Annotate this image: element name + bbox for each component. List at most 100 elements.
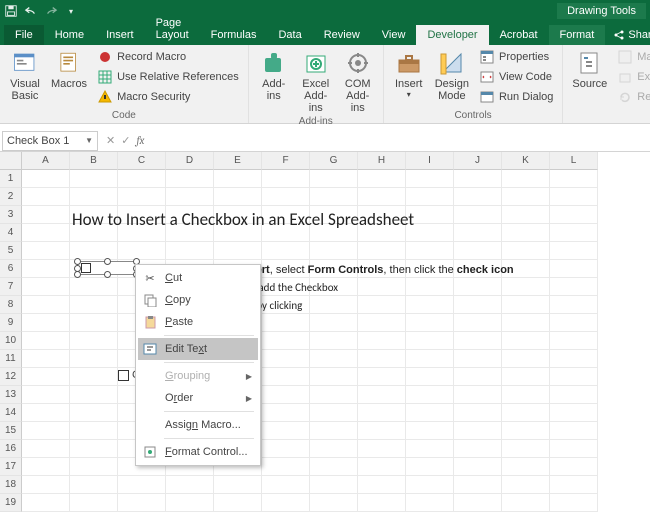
cell[interactable] bbox=[550, 188, 598, 206]
cell[interactable] bbox=[262, 170, 310, 188]
cancel-icon[interactable]: ✕ bbox=[106, 134, 115, 147]
cell[interactable] bbox=[310, 350, 358, 368]
cell[interactable] bbox=[358, 458, 406, 476]
insert-control-button[interactable]: Insert▾ bbox=[389, 47, 429, 110]
menu-assign-macro[interactable]: Assign Macro... bbox=[138, 414, 258, 436]
row-header[interactable]: 6 bbox=[0, 260, 22, 278]
cell[interactable] bbox=[502, 350, 550, 368]
resize-handle[interactable] bbox=[74, 271, 81, 278]
cell[interactable] bbox=[118, 242, 166, 260]
cell[interactable] bbox=[118, 476, 166, 494]
cell[interactable] bbox=[550, 404, 598, 422]
column-header[interactable]: G bbox=[310, 152, 358, 170]
cell[interactable] bbox=[550, 386, 598, 404]
cell[interactable] bbox=[70, 188, 118, 206]
row-header[interactable]: 19 bbox=[0, 494, 22, 512]
cell[interactable] bbox=[406, 404, 454, 422]
cell[interactable] bbox=[502, 296, 550, 314]
cell[interactable] bbox=[22, 332, 70, 350]
column-header[interactable]: F bbox=[262, 152, 310, 170]
column-header[interactable]: C bbox=[118, 152, 166, 170]
row-header[interactable]: 8 bbox=[0, 296, 22, 314]
view-code-button[interactable]: View Code bbox=[475, 67, 557, 87]
cell[interactable] bbox=[454, 224, 502, 242]
cell[interactable] bbox=[550, 332, 598, 350]
cell[interactable] bbox=[310, 440, 358, 458]
com-addins-button[interactable]: COM Add-ins bbox=[338, 47, 378, 116]
cell[interactable] bbox=[550, 458, 598, 476]
cell[interactable] bbox=[310, 368, 358, 386]
cell[interactable] bbox=[166, 494, 214, 512]
cell[interactable] bbox=[22, 440, 70, 458]
resize-handle[interactable] bbox=[74, 258, 81, 265]
tab-home[interactable]: Home bbox=[44, 25, 95, 45]
cell[interactable] bbox=[22, 476, 70, 494]
row-header[interactable]: 2 bbox=[0, 188, 22, 206]
undo-icon[interactable] bbox=[24, 4, 38, 18]
tab-data[interactable]: Data bbox=[267, 25, 312, 45]
cell[interactable] bbox=[454, 440, 502, 458]
column-header[interactable]: B bbox=[70, 152, 118, 170]
cell[interactable] bbox=[118, 188, 166, 206]
design-mode-button[interactable]: Design Mode bbox=[431, 47, 473, 110]
cell[interactable] bbox=[262, 332, 310, 350]
cell[interactable] bbox=[454, 476, 502, 494]
cell[interactable] bbox=[550, 440, 598, 458]
cell[interactable] bbox=[22, 422, 70, 440]
cell[interactable] bbox=[502, 332, 550, 350]
cell[interactable] bbox=[358, 494, 406, 512]
cell[interactable] bbox=[406, 494, 454, 512]
cell[interactable] bbox=[454, 170, 502, 188]
cell[interactable] bbox=[502, 188, 550, 206]
cell[interactable] bbox=[22, 458, 70, 476]
row-header[interactable]: 3 bbox=[0, 206, 22, 224]
cell[interactable] bbox=[310, 476, 358, 494]
chevron-down-icon[interactable]: ▼ bbox=[85, 136, 93, 145]
cell[interactable] bbox=[70, 458, 118, 476]
cell[interactable] bbox=[502, 206, 550, 224]
cell[interactable] bbox=[310, 296, 358, 314]
menu-paste[interactable]: Paste bbox=[138, 311, 258, 333]
tab-acrobat[interactable]: Acrobat bbox=[489, 25, 549, 45]
column-header[interactable]: J bbox=[454, 152, 502, 170]
cell[interactable] bbox=[550, 476, 598, 494]
cell[interactable] bbox=[550, 260, 598, 278]
cell[interactable] bbox=[166, 242, 214, 260]
tab-view[interactable]: View bbox=[371, 25, 417, 45]
formula-input[interactable] bbox=[152, 131, 650, 151]
cell[interactable] bbox=[22, 260, 70, 278]
cell[interactable] bbox=[22, 404, 70, 422]
cell[interactable] bbox=[406, 350, 454, 368]
cell[interactable] bbox=[262, 476, 310, 494]
cell[interactable] bbox=[358, 404, 406, 422]
cell[interactable] bbox=[454, 422, 502, 440]
properties-button[interactable]: Properties bbox=[475, 47, 557, 67]
cell[interactable] bbox=[262, 368, 310, 386]
cell[interactable] bbox=[550, 206, 598, 224]
cell[interactable] bbox=[454, 296, 502, 314]
menu-cut[interactable]: ✂CuCutt bbox=[138, 267, 258, 289]
cell[interactable] bbox=[550, 494, 598, 512]
cell[interactable] bbox=[550, 368, 598, 386]
cell[interactable] bbox=[310, 242, 358, 260]
cell[interactable] bbox=[22, 368, 70, 386]
cell[interactable] bbox=[454, 404, 502, 422]
cell[interactable] bbox=[406, 314, 454, 332]
cell[interactable] bbox=[358, 188, 406, 206]
cell[interactable] bbox=[358, 170, 406, 188]
cell[interactable] bbox=[406, 386, 454, 404]
cell[interactable] bbox=[550, 296, 598, 314]
cell[interactable] bbox=[22, 494, 70, 512]
resize-handle[interactable] bbox=[104, 258, 111, 265]
row-header[interactable]: 4 bbox=[0, 224, 22, 242]
cell[interactable] bbox=[502, 458, 550, 476]
cell[interactable] bbox=[22, 350, 70, 368]
cell[interactable] bbox=[214, 188, 262, 206]
cell[interactable] bbox=[454, 350, 502, 368]
cell[interactable] bbox=[454, 494, 502, 512]
tab-format[interactable]: Format bbox=[549, 25, 606, 45]
cell[interactable] bbox=[214, 476, 262, 494]
cell[interactable] bbox=[262, 188, 310, 206]
share-button[interactable]: Share bbox=[605, 25, 650, 45]
row-header[interactable]: 17 bbox=[0, 458, 22, 476]
